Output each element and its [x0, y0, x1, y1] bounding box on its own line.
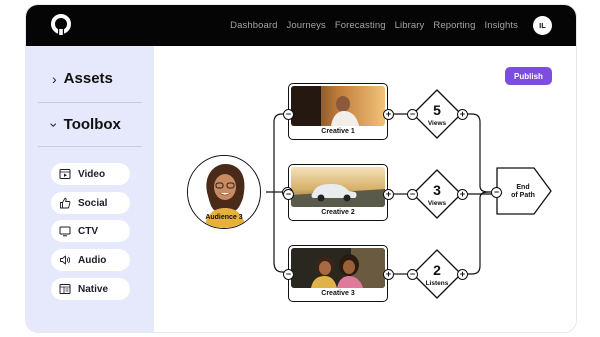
metric-2-output-port[interactable]: +	[457, 189, 468, 200]
tool-native-button[interactable]: Native	[51, 278, 130, 300]
creative-2-input-port[interactable]: −	[283, 189, 294, 200]
creative-3-input-port[interactable]: −	[283, 269, 294, 280]
creative-1-label: Creative 1	[321, 128, 355, 135]
end-input-port[interactable]: −	[491, 187, 502, 198]
end-of-path-node[interactable]: End of Path	[496, 167, 552, 215]
metric-value: 2	[433, 262, 441, 278]
end-label: End of Path	[506, 184, 540, 200]
user-avatar[interactable]: IL	[533, 16, 552, 35]
metric-3-output-port[interactable]: +	[457, 269, 468, 280]
nav-dashboard[interactable]: Dashboard	[230, 20, 277, 31]
sidebar: › Assets › Toolbox Video Social CTV Audi…	[26, 46, 154, 332]
creative-3-output-port[interactable]: +	[383, 269, 394, 280]
layout-icon	[59, 284, 71, 294]
creative-node-2[interactable]: Creative 2	[288, 164, 388, 221]
nav-insights[interactable]: Insights	[484, 20, 518, 31]
creative-2-photo	[291, 167, 385, 207]
nav-journeys[interactable]: Journeys	[287, 20, 326, 31]
tv-icon	[59, 226, 71, 237]
app-window: Dashboard Journeys Forecasting Library R…	[26, 5, 576, 332]
end-label-line2: of Path	[511, 192, 535, 199]
tool-label: Social	[78, 197, 108, 209]
creative-3-label: Creative 3	[321, 290, 355, 297]
creative-1-output-port[interactable]: +	[383, 109, 394, 120]
thumbs-up-icon	[60, 197, 71, 209]
tool-audio-button[interactable]: Audio	[51, 249, 130, 271]
creative-2-output-port[interactable]: +	[383, 189, 394, 200]
creative-2-label: Creative 2	[321, 209, 355, 216]
chevron-right-icon: ›	[52, 70, 57, 87]
creative-1-photo	[291, 86, 385, 126]
tool-label: Audio	[78, 254, 107, 266]
sidebar-divider	[38, 102, 142, 103]
toolbox-label: Toolbox	[63, 116, 121, 133]
metric-unit: Views	[427, 120, 447, 127]
top-nav-bar: Dashboard Journeys Forecasting Library R…	[26, 5, 576, 46]
tool-social-button[interactable]: Social	[51, 192, 130, 214]
nav-library[interactable]: Library	[395, 20, 425, 31]
speaker-icon	[60, 255, 71, 265]
metric-value: 3	[433, 182, 441, 198]
tool-video-button[interactable]: Video	[51, 163, 130, 185]
metric-unit: Views	[427, 200, 447, 207]
creative-3-photo	[291, 248, 385, 288]
creative-node-3[interactable]: Creative 3	[288, 245, 388, 302]
metric-1-output-port[interactable]: +	[457, 109, 468, 120]
assets-label: Assets	[63, 70, 113, 87]
metric-unit: Listens	[425, 280, 449, 287]
audience-label: Audience 3	[205, 214, 243, 221]
end-label-line1: End	[516, 184, 530, 191]
creative-1-input-port[interactable]: −	[283, 109, 294, 120]
metric-node-1[interactable]: 5 Views	[412, 89, 462, 139]
nav-reporting[interactable]: Reporting	[433, 20, 475, 31]
tool-label: Video	[78, 168, 106, 180]
chevron-down-icon: ›	[46, 122, 63, 127]
metric-node-2[interactable]: 3 Views	[412, 169, 462, 219]
nav-forecasting[interactable]: Forecasting	[335, 20, 386, 31]
journey-canvas[interactable]: Publish Audience 3 Creative 1 Creative 2…	[154, 46, 576, 332]
tool-label: CTV	[78, 225, 98, 237]
main-nav: Dashboard Journeys Forecasting Library R…	[230, 5, 518, 46]
metric-node-3[interactable]: 2 Listens	[412, 249, 462, 299]
toolbox-section-toggle[interactable]: › Toolbox	[46, 116, 121, 133]
tool-ctv-button[interactable]: CTV	[51, 220, 130, 242]
video-icon	[59, 169, 71, 179]
metric-2-input-port[interactable]: −	[407, 189, 418, 200]
audience-node[interactable]: Audience 3	[187, 155, 261, 229]
tool-label: Native	[78, 283, 109, 295]
metric-3-input-port[interactable]: −	[407, 269, 418, 280]
sidebar-divider	[38, 146, 142, 147]
metric-1-input-port[interactable]: −	[407, 109, 418, 120]
creative-node-1[interactable]: Creative 1	[288, 83, 388, 140]
assets-section-toggle[interactable]: › Assets	[52, 70, 113, 87]
metric-value: 5	[433, 102, 441, 118]
brand-logo-icon[interactable]	[50, 14, 72, 36]
